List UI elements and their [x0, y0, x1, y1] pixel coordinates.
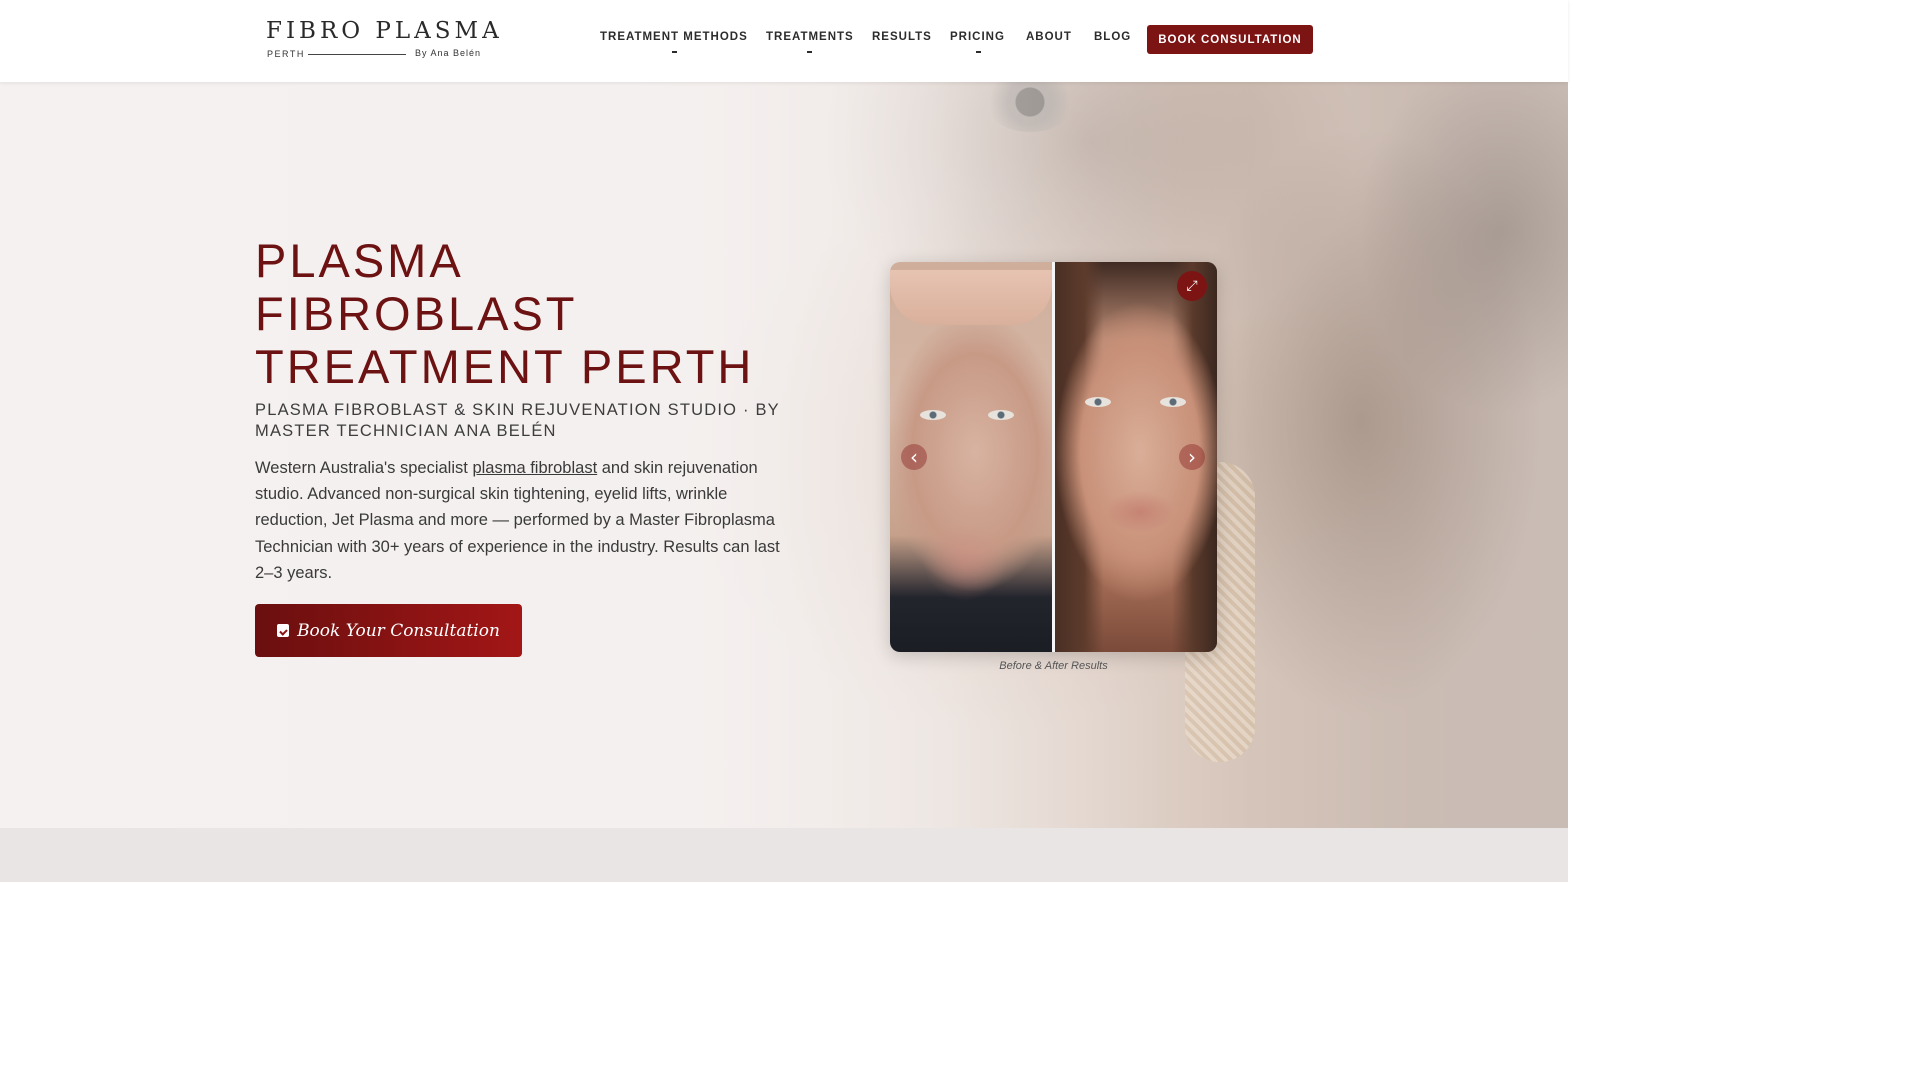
page-title: PLASMA FIBROBLAST TREATMENT PERTH	[255, 234, 815, 393]
chevron-left-icon[interactable]: ‹	[901, 444, 927, 470]
nav-item-label: BLOG	[1094, 31, 1132, 43]
description-text: and skin rejuvenation studio. Advanced n…	[255, 459, 780, 582]
nav-item-about[interactable]: ABOUT	[1026, 31, 1072, 43]
chevron-right-icon[interactable]: ›	[1179, 444, 1205, 470]
expand-icon[interactable]: ⤢	[1177, 271, 1207, 301]
logo[interactable]: FIBRO PLASMA PERTH By Ana Belén	[266, 18, 499, 62]
button-label: Book Your Consultation	[297, 620, 500, 641]
calendar-check-icon	[277, 624, 290, 637]
description-text: Western Australia's specialist	[255, 459, 473, 477]
nav-item-label: TREATMENTS	[766, 31, 854, 43]
book-your-consultation-button[interactable]: Book Your Consultation	[255, 604, 522, 657]
eye-shape	[920, 410, 946, 420]
next-section	[0, 828, 1568, 882]
book-consultation-button[interactable]: BOOK CONSULTATION	[1147, 25, 1313, 54]
headband-shape	[890, 270, 1052, 325]
eye-shape	[988, 410, 1014, 420]
dropdown-indicator-icon	[672, 51, 677, 53]
nav-item-blog[interactable]: BLOG	[1094, 31, 1131, 43]
nav-item-label: TREATMENT METHODS	[600, 31, 748, 43]
logo-divider	[308, 54, 406, 55]
nav-item-pricing[interactable]: PRICING	[950, 31, 1005, 53]
logo-byline: By Ana Belén	[415, 48, 482, 58]
logo-wordmark: FIBRO PLASMA	[266, 18, 503, 44]
eye-shape	[1085, 397, 1111, 407]
hero-section: PLASMA FIBROBLAST TREATMENT PERTH PLASMA…	[0, 82, 1568, 828]
title-line: FIBROBLAST	[255, 287, 578, 340]
before-after-slider[interactable]	[890, 262, 1217, 652]
gallery-caption: Before & After Results	[999, 660, 1108, 672]
title-line: TREATMENT PERTH	[255, 340, 755, 393]
nav-item-label: ABOUT	[1026, 31, 1072, 43]
nav-item-treatments[interactable]: TREATMENTS	[766, 31, 854, 53]
title-line: PLASMA	[255, 234, 464, 287]
logo-location: PERTH	[267, 49, 305, 59]
nav-item-results[interactable]: RESULTS	[872, 31, 932, 43]
nav-item-label: RESULTS	[872, 31, 932, 43]
nav-item-label: PRICING	[950, 31, 1005, 43]
nav-item-treatment-methods[interactable]: TREATMENT METHODS	[600, 31, 748, 53]
hero-subtitle: PLASMA FIBROBLAST & SKIN REJUVENATION ST…	[255, 401, 780, 440]
dropdown-indicator-icon	[807, 51, 812, 53]
hero-description: Western Australia's specialist plasma fi…	[255, 455, 785, 586]
site-header: FIBRO PLASMA PERTH By Ana Belén TREATMEN…	[0, 0, 1568, 82]
plasma-fibroblast-link[interactable]: plasma fibroblast	[472, 459, 597, 477]
dropdown-indicator-icon	[976, 51, 981, 53]
eye-shape	[1160, 397, 1186, 407]
